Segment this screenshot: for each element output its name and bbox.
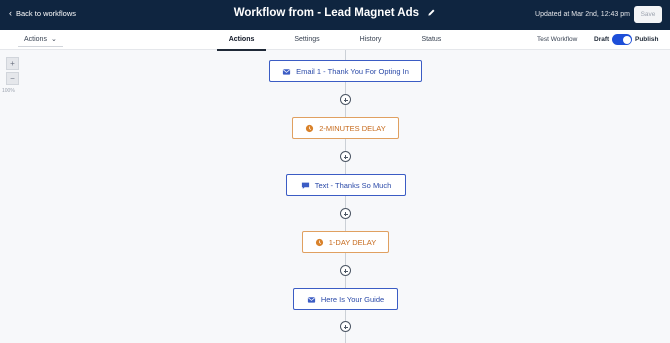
- save-button[interactable]: Save: [634, 6, 662, 23]
- tab-settings[interactable]: Settings: [288, 30, 325, 50]
- draft-label: Draft: [594, 36, 610, 43]
- top-bar: ‹ Back to workflows Workflow from - Lead…: [0, 0, 670, 30]
- chevron-down-icon: ⌄: [50, 36, 57, 43]
- email-icon: [307, 296, 315, 303]
- add-step-button[interactable]: [340, 265, 351, 276]
- toggle-knob: [622, 35, 631, 44]
- updated-timestamp: Updated at Mar 2nd, 12:43 pm: [535, 11, 630, 18]
- zoom-out-button[interactable]: −: [6, 72, 19, 85]
- zoom-level: 100%: [2, 88, 15, 94]
- actions-dropdown[interactable]: Actions ⌄: [18, 32, 63, 47]
- step-here-is-your-guide[interactable]: Here Is Your Guide: [293, 288, 398, 310]
- step-2-minutes-delay[interactable]: 2-MINUTES DELAY: [292, 117, 399, 139]
- add-step-button[interactable]: [340, 321, 351, 332]
- add-step-button[interactable]: [340, 94, 351, 105]
- workflow-title[interactable]: Workflow from - Lead Magnet Ads: [234, 7, 419, 19]
- step-label: Here Is Your Guide: [320, 294, 385, 304]
- zoom-in-button[interactable]: +: [6, 57, 19, 70]
- clock-icon: [306, 124, 314, 132]
- add-step-button[interactable]: [340, 208, 351, 219]
- pencil-icon[interactable]: [427, 8, 436, 17]
- step-1-day-delay[interactable]: 1-DAY DELAY: [302, 231, 389, 253]
- step-label: Text - Thanks So Much: [314, 180, 392, 190]
- step-text-thanks[interactable]: Text - Thanks So Much: [286, 174, 406, 196]
- email-icon: [282, 68, 291, 75]
- tab-actions[interactable]: Actions: [216, 30, 266, 51]
- tab-history[interactable]: History: [354, 30, 388, 50]
- sub-bar: Actions ⌄ Actions Settings History Statu…: [0, 30, 670, 51]
- step-label: 1-DAY DELAY: [328, 237, 377, 247]
- publish-toggle[interactable]: [612, 34, 632, 45]
- step-email-thank-you[interactable]: Email 1 - Thank You For Opting In: [269, 60, 422, 82]
- zoom-controls: + −: [6, 57, 19, 87]
- test-workflow-button[interactable]: Test Workflow: [537, 34, 577, 46]
- publish-label: Publish: [635, 36, 659, 43]
- actions-dropdown-label: Actions: [24, 35, 47, 43]
- chat-icon: [301, 182, 309, 189]
- tab-status[interactable]: Status: [415, 30, 447, 50]
- step-label: Email 1 - Thank You For Opting In: [296, 66, 409, 76]
- step-label: 2-MINUTES DELAY: [319, 123, 386, 133]
- add-step-button[interactable]: [340, 151, 351, 162]
- clock-icon: [315, 238, 323, 246]
